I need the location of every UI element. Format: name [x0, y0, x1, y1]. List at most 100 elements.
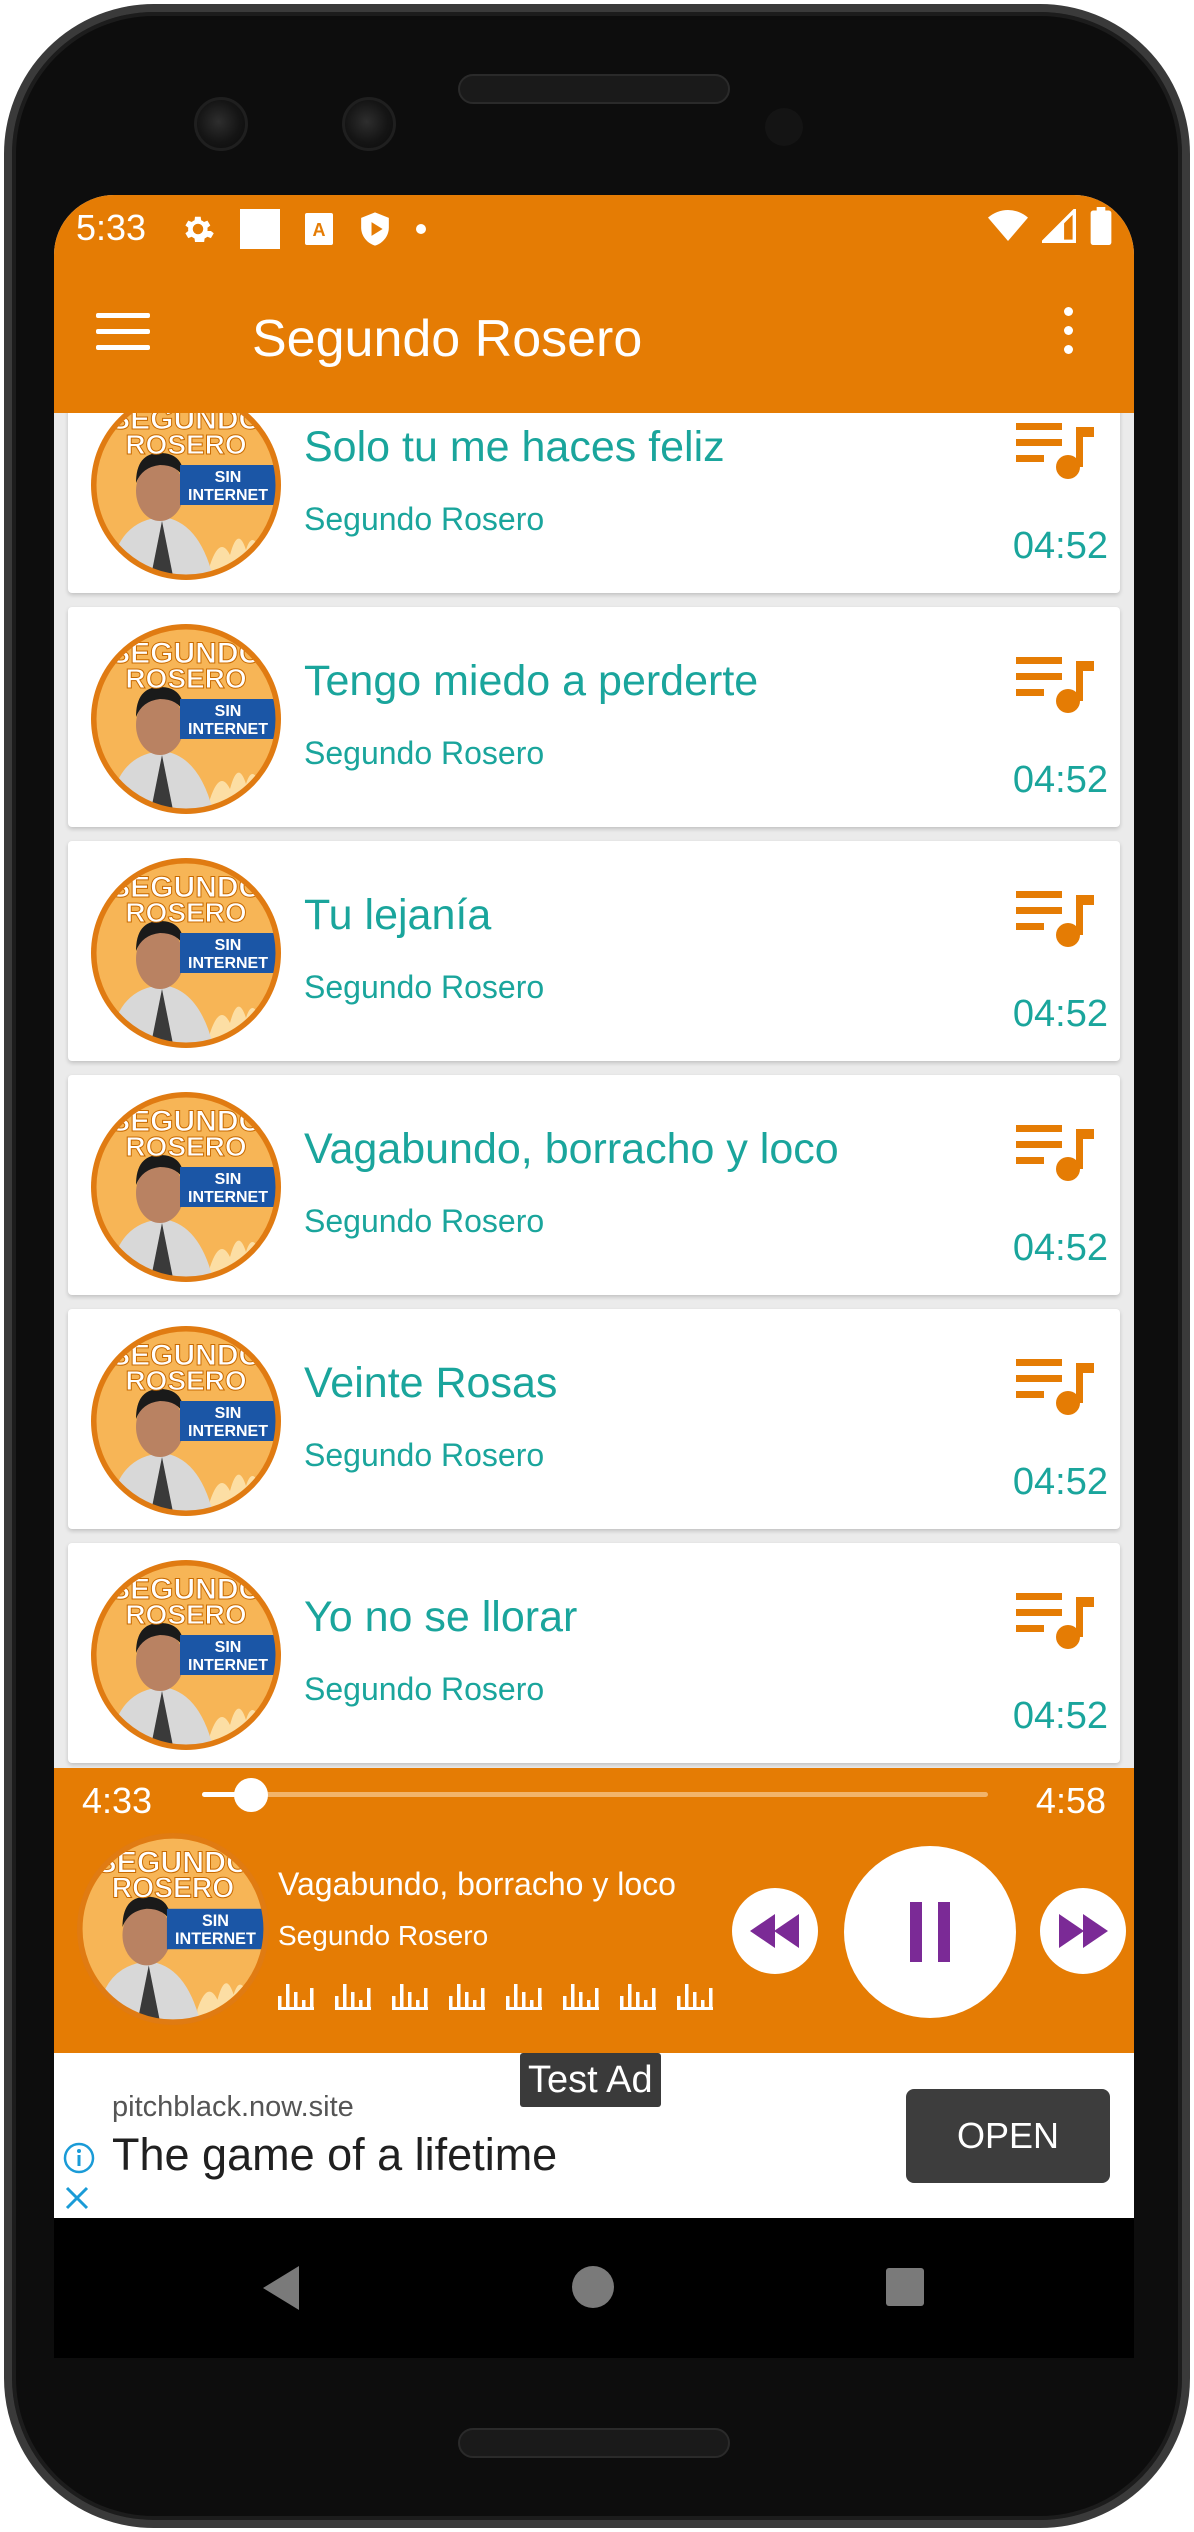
song-title: Yo no se llorar [304, 1593, 578, 1641]
add-to-playlist-icon[interactable] [1016, 653, 1098, 715]
song-artist: Segundo Rosero [304, 501, 545, 537]
text-a-icon: A [305, 213, 333, 245]
song-title: Veinte Rosas [304, 1359, 558, 1407]
svg-text:ROSERO: ROSERO [125, 1131, 246, 1162]
song-artist: Segundo Rosero [304, 969, 545, 1005]
add-to-playlist-icon[interactable] [1016, 1589, 1098, 1651]
svg-text:INTERNET: INTERNET [175, 1930, 256, 1948]
song-artist: Segundo Rosero [304, 735, 545, 771]
ad-headline: The game of a lifetime [112, 2129, 558, 2180]
song-duration: 04:52 [1012, 993, 1108, 1035]
svg-text:A: A [313, 220, 326, 240]
settings-icon [185, 216, 214, 243]
song-list-item[interactable]: SIN INTERNET SEGUNDO ROSERO Vagabundo, b… [68, 1075, 1120, 1295]
song-album-art: SIN INTERNET SEGUNDO ROSERO [90, 1091, 282, 1283]
svg-text:ROSERO: ROSERO [125, 429, 246, 460]
ad-info-icon[interactable] [62, 2141, 96, 2175]
svg-text:INTERNET: INTERNET [188, 721, 268, 738]
svg-text:INTERNET: INTERNET [188, 1189, 268, 1206]
song-title: Tu lejanía [304, 891, 492, 939]
svg-text:ROSERO: ROSERO [125, 663, 246, 694]
phone-frame: 5:33 A Segundo Rosero SIN INTERNET SEGUN… [0, 0, 1194, 2532]
top-speaker [458, 74, 730, 104]
screen: 5:33 A Segundo Rosero SIN INTERNET SEGUN… [54, 195, 1134, 2358]
song-duration: 04:52 [1012, 525, 1108, 567]
svg-text:SIN: SIN [215, 1639, 242, 1656]
front-camera [194, 97, 248, 151]
song-list-item[interactable]: SIN INTERNET SEGUNDO ROSERO Solo tu me h… [68, 413, 1120, 593]
player-artist: Segundo Rosero [278, 1920, 489, 1951]
svg-text:ROSERO: ROSERO [112, 1872, 235, 1904]
add-to-playlist-icon[interactable] [1016, 419, 1098, 481]
equalizer-icon [278, 1984, 713, 2010]
seek-thumb[interactable] [233, 1778, 268, 1812]
song-artist: Segundo Rosero [304, 1203, 545, 1239]
notification-dot-icon [416, 224, 426, 234]
song-album-art: SIN INTERNET SEGUNDO ROSERO [90, 413, 282, 581]
hamburger-menu-button[interactable] [96, 313, 150, 363]
app-bar: Segundo Rosero [54, 263, 1134, 413]
song-album-art: SIN INTERNET SEGUNDO ROSERO [90, 623, 282, 815]
add-to-playlist-icon[interactable] [1016, 1121, 1098, 1183]
pause-button[interactable] [844, 1846, 1016, 2018]
svg-text:SIN: SIN [215, 937, 242, 954]
home-icon[interactable] [572, 2266, 614, 2308]
app-title: Segundo Rosero [252, 310, 643, 368]
song-duration: 04:52 [1012, 1461, 1108, 1503]
fast-forward-button[interactable] [1040, 1888, 1126, 1974]
ad-banner[interactable]: Test Ad pitchblack.now.site The game of … [54, 2053, 1134, 2218]
player-album-art: SIN INTERNET SEGUNDO ROSERO [76, 1832, 270, 2026]
status-bar: 5:33 A [54, 195, 1134, 263]
recent-apps-icon[interactable] [886, 2268, 924, 2306]
song-list-item[interactable]: SIN INTERNET SEGUNDO ROSERO Tu lejanía Se… [68, 841, 1120, 1061]
rewind-button[interactable] [732, 1888, 818, 1974]
song-title: Solo tu me haces feliz [304, 423, 725, 471]
song-duration: 04:52 [1012, 1227, 1108, 1269]
song-list-item[interactable]: SIN INTERNET SEGUNDO ROSERO Tengo miedo … [68, 607, 1120, 827]
svg-text:INTERNET: INTERNET [188, 955, 268, 972]
rewind-icon [750, 1914, 799, 1948]
song-artist: Segundo Rosero [304, 1437, 545, 1473]
song-duration: 04:52 [1012, 759, 1108, 801]
player-song-title: Vagabundo, borracho y loco [278, 1866, 676, 1902]
back-icon[interactable] [259, 2262, 303, 2314]
svg-text:ROSERO: ROSERO [125, 1365, 246, 1396]
square-icon [240, 209, 280, 249]
song-album-art: SIN INTERNET SEGUNDO ROSERO [90, 1559, 282, 1751]
seek-bar[interactable] [202, 1778, 988, 1812]
shield-play-icon [361, 212, 389, 246]
total-time: 4:58 [1035, 1780, 1106, 1821]
wifi-icon [988, 210, 1028, 241]
current-time: 4:33 [82, 1780, 153, 1821]
song-duration: 04:52 [1012, 1695, 1108, 1737]
song-list-item[interactable]: SIN INTERNET SEGUNDO ROSERO Yo no se llo… [68, 1543, 1120, 1763]
add-to-playlist-icon[interactable] [1016, 887, 1098, 949]
song-artist: Segundo Rosero [304, 1671, 545, 1707]
svg-text:SIN: SIN [215, 1171, 242, 1188]
overflow-menu-button[interactable] [1056, 307, 1080, 367]
svg-text:INTERNET: INTERNET [188, 487, 268, 504]
battery-icon [1090, 207, 1112, 245]
test-ad-badge: Test Ad [520, 2053, 661, 2107]
svg-text:ROSERO: ROSERO [125, 897, 246, 928]
status-time: 5:33 [76, 207, 147, 248]
ad-domain: pitchblack.now.site [112, 2091, 354, 2123]
ad-open-button[interactable]: OPEN [906, 2089, 1110, 2183]
mini-player: 4:33 4:58 SIN INTERNET SEGUNDO ROSERO Va… [54, 1768, 1134, 2053]
add-to-playlist-icon[interactable] [1016, 1355, 1098, 1417]
svg-text:ROSERO: ROSERO [125, 1599, 246, 1630]
song-list[interactable]: SIN INTERNET SEGUNDO ROSERO Solo tu me h… [54, 413, 1134, 1768]
bottom-speaker [458, 2428, 730, 2458]
fast-forward-icon [1059, 1914, 1108, 1948]
pause-icon [910, 1902, 950, 1962]
svg-text:SIN: SIN [202, 1912, 229, 1930]
song-list-item[interactable]: SIN INTERNET SEGUNDO ROSERO Veinte Rosas… [68, 1309, 1120, 1529]
song-title: Tengo miedo a perderte [304, 657, 759, 705]
front-camera-secondary [342, 97, 396, 151]
song-album-art: SIN INTERNET SEGUNDO ROSERO [90, 1325, 282, 1517]
navigation-bar [54, 2218, 1134, 2358]
svg-text:SIN: SIN [215, 469, 242, 486]
svg-text:INTERNET: INTERNET [188, 1657, 268, 1674]
proximity-sensor [765, 108, 803, 146]
ad-close-icon[interactable] [62, 2183, 92, 2213]
